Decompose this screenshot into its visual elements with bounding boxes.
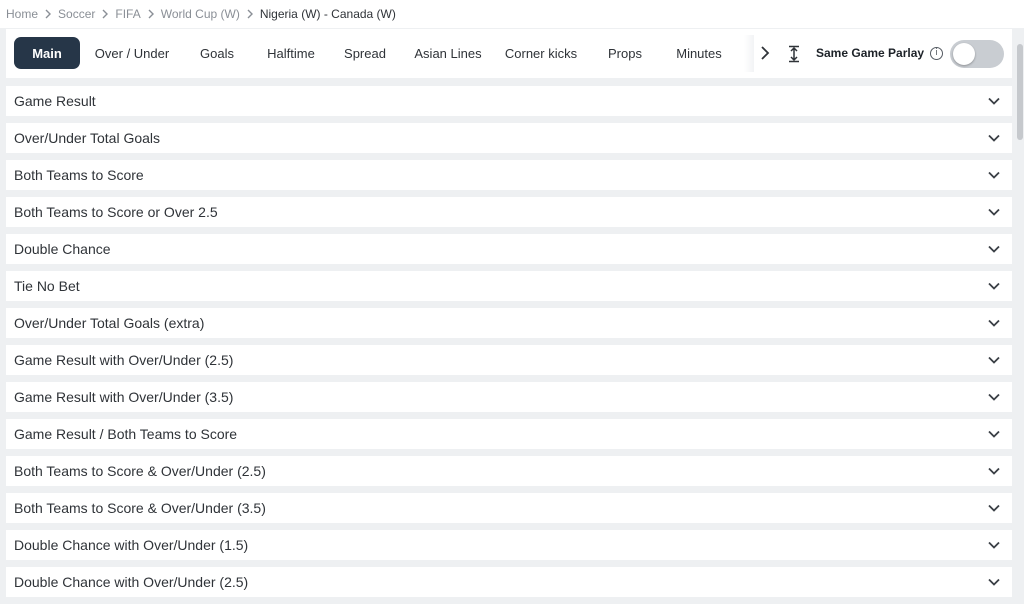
breadcrumb-current-match: Nigeria (W) - Canada (W) [259,7,396,21]
chevron-right-icon [101,9,109,19]
chevron-right-icon [147,9,155,19]
chevron-down-icon[interactable] [988,282,1000,290]
market-label: Over/Under Total Goals (extra) [14,315,205,331]
breadcrumb-home[interactable]: Home [6,7,38,21]
market-label: Both Teams to Score & Over/Under (3.5) [14,500,266,516]
market-row[interactable]: Over/Under Total Goals [6,123,1012,153]
chevron-down-icon[interactable] [988,356,1000,364]
chevron-right-icon [246,9,254,19]
market-row[interactable]: Over/Under Total Goals (extra) [6,308,1012,338]
same-game-parlay-toggle[interactable] [950,40,1004,68]
chevron-down-icon[interactable] [988,208,1000,216]
tab-goals[interactable]: Goals [192,37,242,69]
chevron-down-icon[interactable] [988,467,1000,475]
market-tabs: Main Over / Under Goals Halftime Spread … [6,29,1012,78]
market-label: Game Result with Over/Under (3.5) [14,389,234,405]
chevron-down-icon[interactable] [988,541,1000,549]
chevron-down-icon[interactable] [988,245,1000,253]
chevron-down-icon[interactable] [988,319,1000,327]
expand-vertical-icon[interactable] [786,44,802,64]
market-row[interactable]: Double Chance with Over/Under (1.5) [6,530,1012,560]
tab-over-under[interactable]: Over / Under [88,37,176,69]
market-row[interactable]: Game Result [6,86,1012,116]
info-icon[interactable]: i [930,47,943,60]
scrollbar[interactable] [1016,28,1024,600]
market-label: Both Teams to Score [14,167,144,183]
chevron-right-icon [44,9,52,19]
market-label: Game Result / Both Teams to Score [14,426,238,442]
tab-props[interactable]: Props [600,37,650,69]
breadcrumb-world-cup[interactable]: World Cup (W) [161,7,240,21]
chevron-down-icon[interactable] [988,134,1000,142]
market-label: Game Result [14,93,96,109]
tab-corner-kicks[interactable]: Corner kicks [500,37,582,69]
tab-spread[interactable]: Spread [338,37,392,69]
market-label: Double Chance with Over/Under (2.5) [14,574,249,590]
market-label: Both Teams to Score & Over/Under (2.5) [14,463,266,479]
tab-halftime[interactable]: Halftime [258,37,324,69]
market-label: Both Teams to Score or Over 2.5 [14,204,218,220]
breadcrumb-fifa[interactable]: FIFA [115,7,140,21]
market-label: Over/Under Total Goals [14,130,161,146]
tab-minutes[interactable]: Minutes [668,37,730,69]
breadcrumb-soccer[interactable]: Soccer [58,7,95,21]
tab-asian-lines[interactable]: Asian Lines [408,37,488,69]
breadcrumb: Home Soccer FIFA World Cup (W) Nigeria (… [0,0,1024,28]
market-row[interactable]: Tie No Bet [6,271,1012,301]
chevron-down-icon[interactable] [988,393,1000,401]
market-row[interactable]: Both Teams to Score & Over/Under (2.5) [6,456,1012,486]
scrollbar-thumb[interactable] [1017,44,1023,140]
market-list: Game Result Over/Under Total Goals Both Te… [6,86,1012,604]
market-label: Double Chance [14,241,111,257]
tabs-scroll-right-button[interactable] [751,37,779,69]
market-label: Tie No Bet [14,278,80,294]
chevron-down-icon[interactable] [988,97,1000,105]
market-row[interactable]: Game Result / Both Teams to Score [6,419,1012,449]
market-label: Double Chance with Over/Under (1.5) [14,537,249,553]
chevron-down-icon[interactable] [988,578,1000,586]
toggle-knob [953,43,975,65]
market-row[interactable]: Game Result with Over/Under (3.5) [6,382,1012,412]
chevron-down-icon[interactable] [988,504,1000,512]
market-row[interactable]: Double Chance [6,234,1012,264]
market-row[interactable]: Double Chance with Over/Under (2.5) [6,567,1012,597]
chevron-down-icon[interactable] [988,171,1000,179]
market-row[interactable]: Game Result with Over/Under (2.5) [6,345,1012,375]
market-row[interactable]: Both Teams to Score & Over/Under (3.5) [6,493,1012,523]
tab-main[interactable]: Main [14,37,80,69]
market-label: Game Result with Over/Under (2.5) [14,352,234,368]
chevron-down-icon[interactable] [988,430,1000,438]
market-row[interactable]: Both Teams to Score [6,160,1012,190]
market-row[interactable]: Both Teams to Score or Over 2.5 [6,197,1012,227]
same-game-parlay-label: Same Game Parlay [816,46,925,60]
chevron-right-icon [761,46,770,60]
